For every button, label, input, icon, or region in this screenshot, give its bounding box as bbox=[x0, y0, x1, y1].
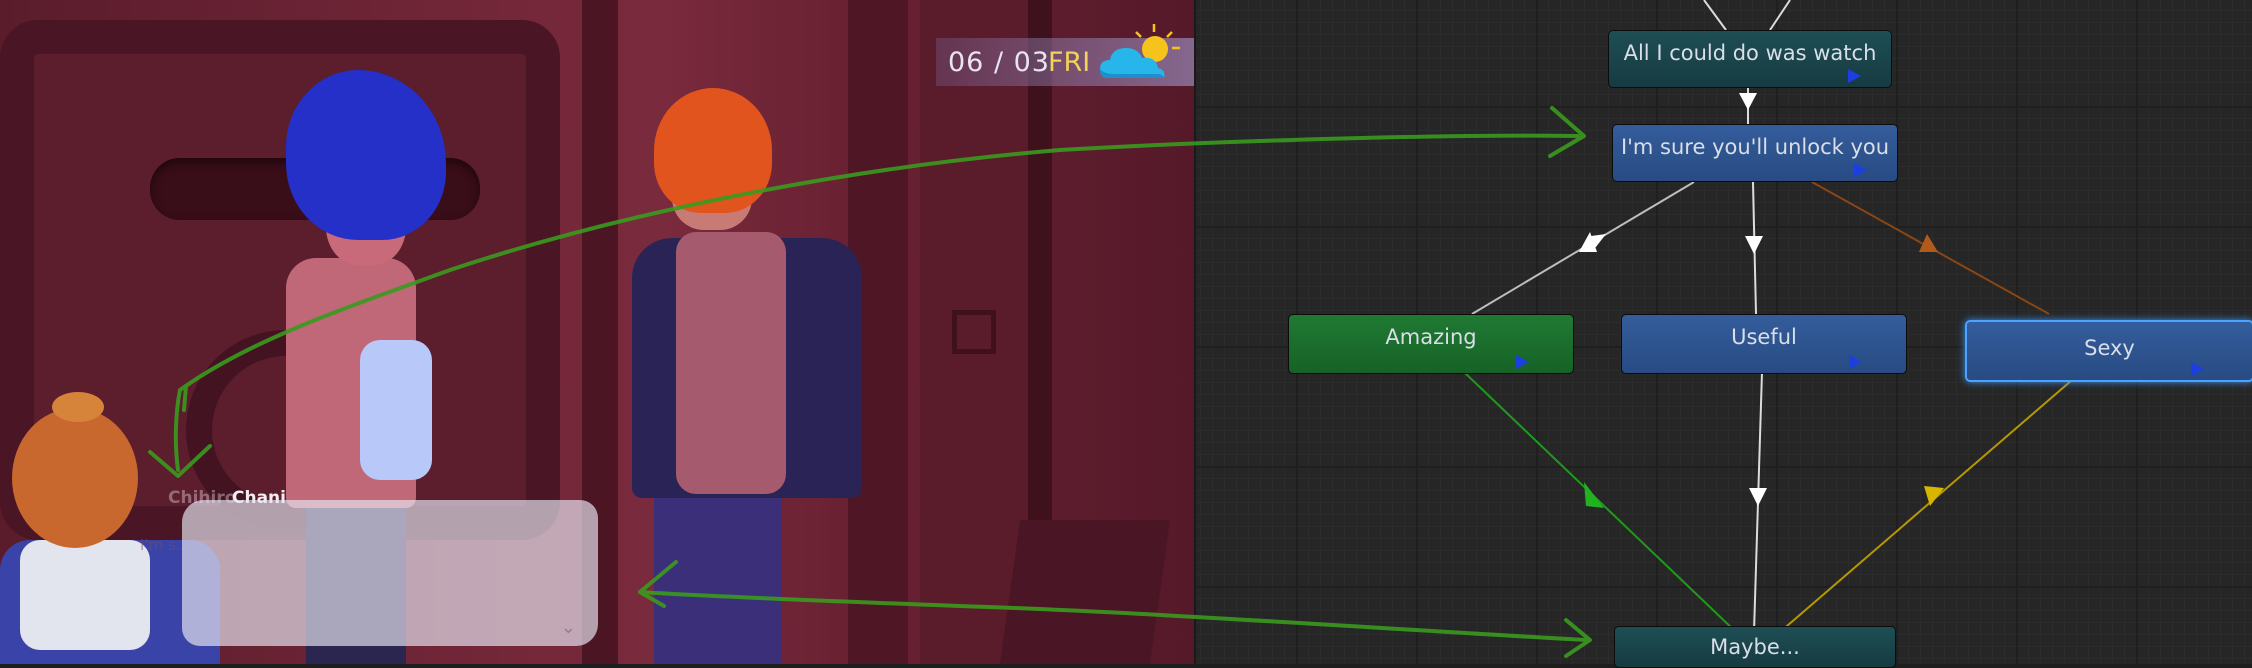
character-hair bbox=[12, 408, 138, 548]
play-icon[interactable] bbox=[1849, 355, 1862, 369]
edge-arrow bbox=[1745, 236, 1763, 254]
edge-arrow bbox=[1924, 486, 1944, 506]
edge-arrow bbox=[1584, 482, 1604, 508]
node-label: Amazing bbox=[1385, 325, 1477, 349]
graph-node-unlock[interactable]: I'm sure you'll unlock you bbox=[1612, 124, 1898, 182]
character-hoodie bbox=[676, 232, 786, 494]
hud-day: FRI bbox=[1048, 47, 1091, 78]
edge bbox=[1703, 0, 1727, 31]
edge bbox=[1769, 0, 1791, 31]
graph-node-watch[interactable]: All I could do was watch bbox=[1608, 30, 1892, 88]
node-label: Sexy bbox=[2084, 336, 2135, 360]
dialogue-box[interactable]: ⌄ bbox=[182, 500, 598, 646]
graph-node-useful[interactable]: Useful bbox=[1621, 314, 1907, 374]
game-viewport: 06 / 03 FRI I'm s... Chihiro Chani ⌄ bbox=[0, 0, 1194, 664]
character-sleeve bbox=[360, 340, 432, 480]
character-scarf bbox=[20, 540, 150, 650]
play-icon[interactable] bbox=[1516, 355, 1529, 369]
character-hair-bun bbox=[52, 392, 104, 422]
graph-node-maybe[interactable]: Maybe... bbox=[1614, 626, 1896, 668]
hud-date: 06 / 03 bbox=[948, 47, 1050, 78]
background-crate bbox=[999, 520, 1171, 664]
node-label: Useful bbox=[1731, 325, 1797, 349]
edge-arrow bbox=[1749, 488, 1767, 506]
background-wall-box bbox=[952, 310, 996, 354]
play-icon[interactable] bbox=[1848, 69, 1861, 83]
edge bbox=[1779, 379, 2073, 633]
character-legs bbox=[654, 490, 782, 664]
play-icon[interactable] bbox=[2191, 362, 2204, 376]
graph-node-amazing[interactable]: Amazing bbox=[1288, 314, 1574, 374]
dialogue-graph-editor[interactable]: All I could do was watch I'm sure you'll… bbox=[1194, 0, 2252, 668]
node-label: Maybe... bbox=[1710, 635, 1800, 659]
edge-arrow bbox=[1739, 93, 1757, 110]
chevron-down-icon[interactable]: ⌄ bbox=[561, 617, 576, 638]
partly-cloudy-sun-icon bbox=[1100, 24, 1180, 78]
character-hair bbox=[654, 88, 772, 213]
play-icon[interactable] bbox=[1854, 163, 1867, 177]
date-weather-hud: 06 / 03 FRI bbox=[936, 24, 1194, 86]
graph-node-sexy[interactable]: Sexy bbox=[1965, 320, 2252, 382]
edge bbox=[1463, 371, 1737, 633]
